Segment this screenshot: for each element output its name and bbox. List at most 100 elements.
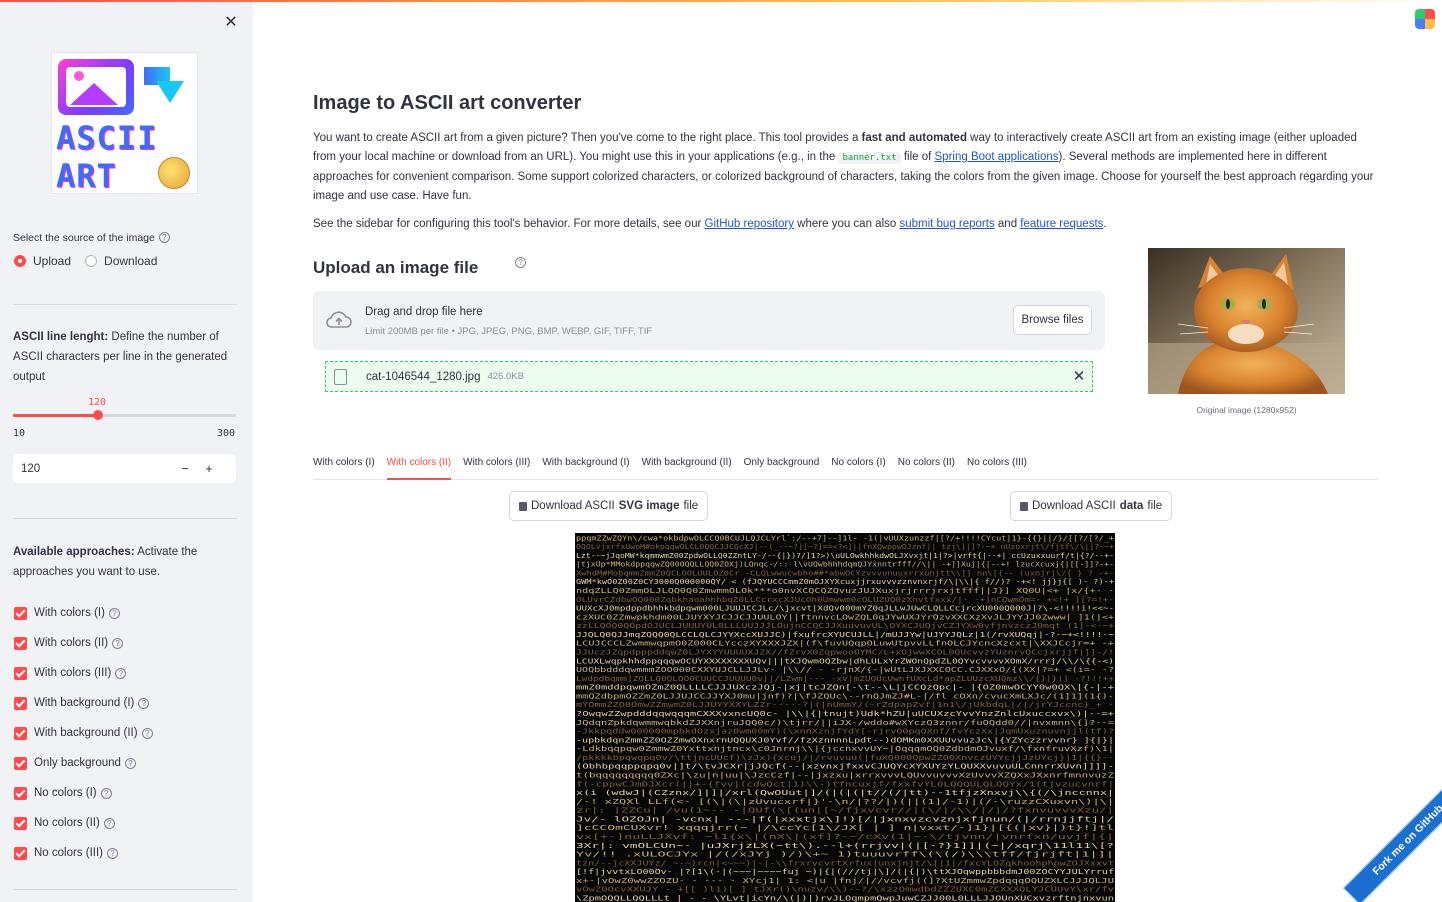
checkbox[interactable] [14, 606, 27, 620]
ascii-line: f(-cppwCJmDJXcr(||+-{fvv|(cdwQct|1)\\-)t… [576, 780, 1114, 788]
spring-boot-link[interactable]: Spring Boot applications [935, 151, 1059, 163]
tab-with-background-2[interactable]: With background (II) [642, 450, 732, 479]
checkbox[interactable] [14, 726, 27, 740]
upload-heading: Upload an image file [313, 258, 479, 277]
ascii-line: ?OwqwZZwpdddqqwqqqmCXXXvxncUQ0c- |\\|{|t… [576, 710, 1114, 718]
help-icon[interactable]: ? [107, 847, 119, 859]
sidebar-divider [13, 889, 237, 890]
checkbox[interactable] [14, 786, 27, 800]
download-svg-button[interactable]: Download ASCII SVG image file [509, 491, 709, 521]
help-icon[interactable]: ? [115, 667, 127, 679]
ascii-line: /pkkkkbpqwqpq0v/\ttjncUUcf)\zJx){xcuj/|/… [576, 754, 1114, 762]
page-title: Image to ASCII art converter [313, 92, 582, 114]
approach-checkbox-row[interactable]: With colors (III)? [14, 658, 153, 688]
tab-no-colors-2[interactable]: No colors (II) [898, 450, 955, 479]
ascii-line: -Ldkbqqpqw0ZmmwZ0Yxttxnjtncx\c0Jnrnj\\|{… [576, 745, 1114, 753]
help-icon[interactable]: ? [141, 727, 153, 739]
checkbox-label: No colors (II) [34, 817, 100, 829]
approach-checkbox-row[interactable]: No colors (II)? [14, 808, 153, 838]
file-dropzone[interactable]: Drag and drop file here Limit 200MB per … [313, 291, 1105, 350]
tab-with-colors-1[interactable]: With colors (I) [313, 450, 375, 479]
ascii-line: \ZpmOQQLLQQLLLt | - - \YLvt|icYn/\(|)|)r… [576, 895, 1114, 902]
remove-file-icon[interactable]: ✕ [1070, 368, 1088, 386]
decrement-button[interactable]: − [173, 454, 197, 483]
checkbox[interactable] [14, 696, 27, 710]
source-radio-group: Upload Download [14, 254, 171, 268]
download-data-label-bold: data [1119, 500, 1144, 512]
ascii-line: OQOLvjxrfxUwoM#okpqqwOLCL0QQCJJCQcXJ|--(… [576, 543, 1114, 551]
approach-checkbox-row[interactable]: With background (I)? [14, 688, 153, 718]
approach-checkbox-row[interactable]: No colors (III)? [14, 838, 153, 868]
line-length-description: ASCII line lenght: Define the number of … [13, 327, 231, 387]
tab-only-background[interactable]: Only background [744, 450, 820, 479]
streamlit-app-icon[interactable] [1415, 9, 1435, 29]
radio-upload[interactable]: Upload [14, 254, 71, 268]
dropzone-title: Drag and drop file here [365, 306, 483, 318]
ascii-line: Lwdpdbqmm]ZQLLQ0QLQO0CUUCCJUUUU0v||/LZwm… [576, 675, 1114, 683]
help-icon[interactable]: ? [108, 607, 120, 619]
ascii-line: ]cCCOmCUXvr! xqqqjrr(~ |/\ccYc[1\/JX[ | … [576, 824, 1114, 832]
intro-bold-text: fast and automated [861, 132, 967, 144]
approach-tabs: With colors (I) With colors (II) With co… [313, 450, 1378, 480]
ascii-line: JJUczJZqpdpppddqwZ0LJYXYYUUUUXJZX//fZrvX… [576, 649, 1114, 657]
checkbox[interactable] [14, 636, 27, 650]
ascii-line: JQdqnZpkdqwmmwqbkdZJXXnjruJQQ0c/)\tjrr/|… [576, 719, 1114, 727]
approach-checkbox-row[interactable]: With colors (I)? [14, 598, 153, 628]
ascii-line: zr|: |ZZCu| /vu(1~-- -|QUf(\[(un|[~/fjxv… [576, 807, 1114, 815]
ascii-line: mmQZdbpmOZZmZ0LJJUJCCJJYXJ0mu|jnf)?|\fJZ… [576, 692, 1114, 700]
intro-paragraph: You want to create ASCII art from a give… [313, 129, 1378, 206]
tab-no-colors-1[interactable]: No colors (I) [831, 450, 885, 479]
help-icon[interactable]: ? [124, 757, 136, 769]
ascii-line: ppqmZZwZQYn\/cwa*okbdpwOLCCQ0BCUJLQJCLYr… [576, 534, 1114, 542]
approach-checkbox-row[interactable]: Only background? [14, 748, 153, 778]
line-length-input[interactable] [13, 462, 173, 475]
slider-thumb[interactable] [92, 410, 103, 420]
approach-checkbox-row[interactable]: With colors (II)? [14, 628, 153, 658]
sidebar-divider [13, 304, 237, 305]
ascii-line: czXUC0ZZmwpkhdm00LJUYXYJCJJCJJUULOY||ftn… [576, 613, 1114, 621]
radio-download[interactable]: Download [85, 254, 157, 268]
tab-with-colors-2[interactable]: With colors (II) [386, 450, 452, 480]
ascii-line: Lzt--~jJqoMW*kqmmwmZ00ZpdwOLLQ0ZZntLY-/-… [576, 552, 1114, 560]
feature-requests-link[interactable]: feature requests [1020, 218, 1103, 230]
download-data-button[interactable]: Download ASCII data file [1010, 491, 1173, 521]
ascii-art-svg: ppqmZZwZQYn\/cwa*okbdpwOLCCQ0BCUJLQJCLYr… [576, 534, 1114, 902]
close-sidebar-icon[interactable]: ✕ [222, 14, 240, 32]
logo-sun-shape [74, 71, 84, 81]
checkbox[interactable] [14, 846, 27, 860]
radio-upload-dot[interactable] [14, 255, 26, 267]
file-icon [334, 368, 347, 385]
note-text: and [994, 218, 1021, 230]
line-length-slider-track[interactable] [13, 414, 236, 417]
checkbox-label: With colors (III) [34, 667, 112, 679]
help-icon[interactable]: ? [138, 697, 150, 709]
help-icon[interactable]: ? [112, 637, 124, 649]
help-icon[interactable]: ? [158, 232, 170, 243]
tab-no-colors-3[interactable]: No colors (III) [967, 450, 1027, 479]
approach-checkbox-row[interactable]: With background (II)? [14, 718, 153, 748]
increment-button[interactable]: + [197, 454, 221, 483]
dropzone-limit: Limit 200MB per file • JPG, JPEG, PNG, B… [365, 326, 653, 337]
tab-with-colors-3[interactable]: With colors (III) [463, 450, 530, 479]
approaches-title: Available approaches: [13, 546, 135, 558]
github-repository-link[interactable]: GitHub repository [705, 218, 794, 230]
ascii-line: Jv/- lOZOJn| -vcnx| ---|f(|xxxtjx\]!)[/|… [576, 815, 1114, 823]
help-icon[interactable]: ? [100, 787, 112, 799]
checkbox[interactable] [14, 756, 27, 770]
approach-checkbox-row[interactable]: No colors (I)? [14, 778, 153, 808]
github-ribbon[interactable]: Fork me on GitHub [1342, 774, 1442, 902]
bug-reports-link[interactable]: submit bug reports [899, 218, 994, 230]
help-icon[interactable]: ? [515, 257, 526, 268]
logo-arrow-icon [144, 67, 184, 111]
browse-files-button[interactable]: Browse files [1013, 305, 1092, 335]
ascii-line: ndqZLLQ0ZmmOLJLQQ0Q0ZmwmmOLOk***o0nvXCQC… [576, 587, 1114, 595]
checkbox[interactable] [14, 816, 27, 830]
radio-download-dot[interactable] [85, 255, 98, 267]
help-icon[interactable]: ? [103, 817, 115, 829]
download-data-label: file [1147, 500, 1163, 512]
ascii-line: 3Xr|: vmOLCUn~- |uJXrjzLX(~tt\).--l+(rrj… [576, 842, 1114, 850]
checkbox[interactable] [14, 666, 27, 680]
file-download-icon [519, 501, 527, 511]
cloud-upload-icon [326, 311, 352, 328]
tab-with-background-1[interactable]: With background (I) [542, 450, 629, 479]
